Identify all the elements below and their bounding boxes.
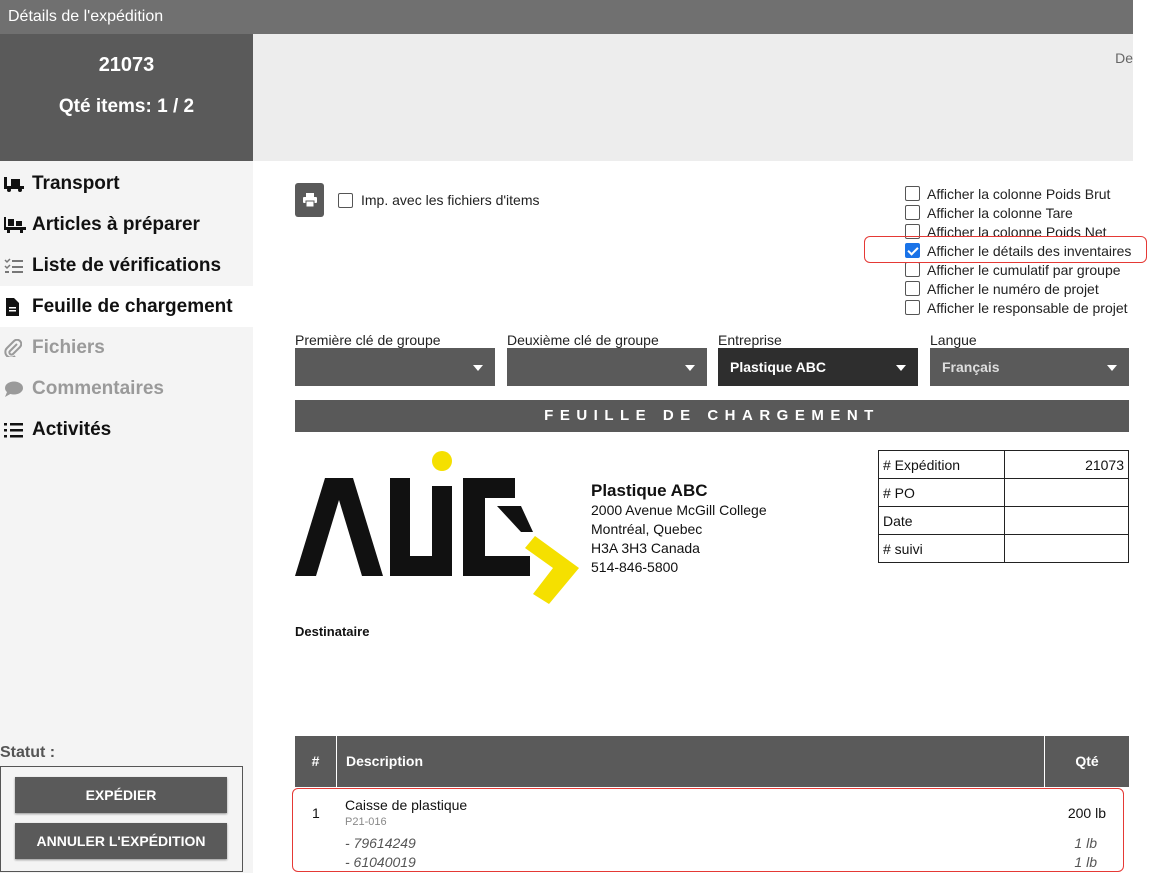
header-hint-text: De: [1115, 50, 1133, 66]
table-row: # suivi: [878, 534, 1129, 563]
group1-label: Première clé de groupe: [295, 332, 441, 348]
select-value: Français: [942, 359, 1000, 375]
nav-item-checklist[interactable]: Liste de vérifications: [0, 245, 253, 286]
company-phone: 514-846-5800: [591, 559, 679, 575]
option-project-manager[interactable]: Afficher le responsable de projet: [905, 298, 1128, 317]
nav-label: Commentaires: [32, 378, 164, 399]
document-icon: [4, 297, 32, 316]
company-label: Entreprise: [718, 332, 782, 348]
company-logo: [295, 448, 585, 613]
option-checkbox[interactable]: [905, 262, 920, 277]
column-header-qty: Qté: [1044, 736, 1129, 787]
option-label: Afficher la colonne Tare: [927, 204, 1073, 221]
option-label: Afficher le numéro de projet: [927, 280, 1099, 297]
language-select[interactable]: Français: [930, 348, 1129, 386]
info-key: Date: [878, 506, 1005, 535]
info-key: # Expédition: [878, 450, 1005, 479]
window-title: Détails de l'expédition: [8, 8, 164, 25]
status-label: Statut :: [0, 744, 56, 761]
column-header-num: #: [295, 736, 337, 787]
column-header-description: Description: [346, 753, 424, 769]
nav-label: Articles à préparer: [32, 214, 200, 235]
chevron-down-icon: [896, 365, 906, 371]
info-value: 21073: [1004, 450, 1129, 479]
nav-item-activities[interactable]: Activités: [0, 409, 253, 450]
company-address-block: Plastique ABC 2000 Avenue McGill College…: [591, 481, 767, 577]
table-row: Date: [878, 506, 1129, 535]
company-address-line: H3A 3H3 Canada: [591, 540, 700, 556]
option-label: Afficher la colonne Poids Brut: [927, 185, 1111, 202]
option-project-number[interactable]: Afficher le numéro de projet: [905, 279, 1099, 298]
ship-button[interactable]: EXPÉDIER: [15, 777, 227, 813]
option-checkbox[interactable]: [905, 205, 920, 220]
company-address-line: Montréal, Quebec: [591, 521, 703, 537]
option-tare[interactable]: Afficher la colonne Tare: [905, 203, 1073, 222]
table-row: # Expédition 21073: [878, 450, 1129, 479]
list-icon: [4, 422, 32, 438]
print-with-files-label: Imp. avec les fichiers d'items: [361, 192, 540, 208]
sheet-title: FEUILLE DE CHARGEMENT: [295, 400, 1129, 432]
info-key: # PO: [878, 478, 1005, 507]
option-label: Afficher le responsable de projet: [927, 299, 1128, 316]
company-address-line: 2000 Avenue McGill College: [591, 502, 767, 518]
nav-label: Transport: [32, 173, 120, 194]
highlight-annotation: [292, 788, 1124, 872]
group2-label: Deuxième clé de groupe: [507, 332, 659, 348]
nav-item-articles[interactable]: Articles à préparer: [0, 204, 253, 245]
language-label: Langue: [930, 332, 977, 348]
info-value: [1004, 534, 1129, 563]
items-table-header: # Description Qté: [295, 736, 1129, 787]
header-panel: [253, 34, 1133, 161]
company-select[interactable]: Plastique ABC: [718, 348, 918, 386]
nav-item-transport[interactable]: Transport: [0, 163, 253, 204]
paperclip-icon: [4, 338, 32, 357]
printer-icon: [302, 193, 317, 207]
nav-label: Feuille de chargement: [32, 296, 233, 317]
shipment-info-table: # Expédition 21073 # PO Date # suivi: [878, 450, 1129, 563]
recipient-label: Destinataire: [295, 624, 370, 639]
shipment-summary: 21073 Qté items: 1 / 2: [0, 34, 253, 161]
info-value: [1004, 506, 1129, 535]
chevron-down-icon: [1107, 365, 1117, 371]
nav-label: Activités: [32, 419, 112, 440]
highlight-annotation: [864, 236, 1147, 263]
nav-item-loading-sheet[interactable]: Feuille de chargement: [0, 286, 253, 327]
info-value: [1004, 478, 1129, 507]
option-gross-weight[interactable]: Afficher la colonne Poids Brut: [905, 184, 1110, 203]
company-name: Plastique ABC: [591, 481, 708, 500]
nav-label: Fichiers: [32, 337, 105, 358]
nav-label: Liste de vérifications: [32, 255, 222, 276]
option-checkbox[interactable]: [905, 281, 920, 296]
select-value: Plastique ABC: [730, 359, 826, 375]
option-label: Afficher le cumulatif par groupe: [927, 261, 1121, 278]
print-with-files-option[interactable]: Imp. avec les fichiers d'items: [338, 192, 540, 208]
chevron-down-icon: [473, 365, 483, 371]
comment-icon: [4, 381, 32, 397]
group2-select[interactable]: [507, 348, 707, 386]
items-quantity: Qté items: 1 / 2: [58, 96, 195, 117]
print-with-files-checkbox[interactable]: [338, 192, 353, 208]
nav-item-comments[interactable]: Commentaires: [0, 368, 253, 409]
shipment-number: 21073: [98, 54, 155, 76]
table-row: # PO: [878, 478, 1129, 507]
pallet-icon: [4, 216, 32, 233]
cancel-shipment-button[interactable]: ANNULER L'EXPÉDITION: [15, 823, 227, 859]
checklist-icon: [4, 257, 32, 274]
truck-icon: [4, 176, 32, 192]
option-checkbox[interactable]: [905, 300, 920, 315]
chevron-down-icon: [685, 365, 695, 371]
option-checkbox[interactable]: [905, 186, 920, 201]
print-button[interactable]: [295, 183, 324, 217]
nav-item-files[interactable]: Fichiers: [0, 327, 253, 368]
info-key: # suivi: [878, 534, 1005, 563]
window-title-bar: Détails de l'expédition: [0, 0, 1133, 34]
group1-select[interactable]: [295, 348, 495, 386]
